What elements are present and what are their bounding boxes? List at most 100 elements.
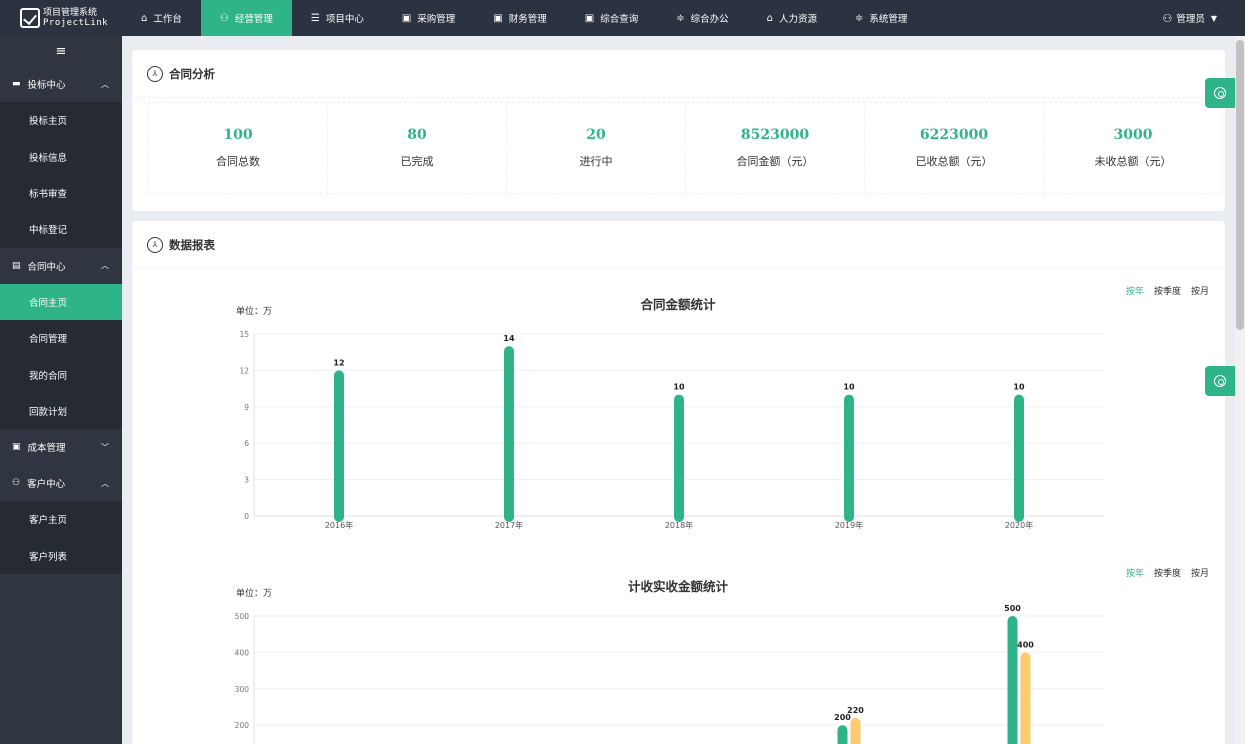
sidebar-group-0[interactable]: ▬ 投标中心 ︿ <box>0 66 122 102</box>
settings-icon <box>1214 87 1226 99</box>
chart-bar[interactable] <box>504 346 514 522</box>
nav-item-label: 采购管理 <box>417 14 456 25</box>
nav-item-1[interactable]: ⚇ 经营管理 <box>200 0 292 36</box>
chart-bar[interactable] <box>1007 616 1018 744</box>
nav-item-5[interactable]: ▣ 综合查询 <box>566 0 657 36</box>
sidebar-group-label: 客户中心 <box>27 479 66 491</box>
nav-item-0[interactable]: ⌂ 工作台 <box>122 0 201 36</box>
period-toggle-2[interactable]: 按月 <box>1191 567 1209 579</box>
bar-data-label: 10 <box>843 383 855 392</box>
y-tick-label: 6 <box>244 439 249 448</box>
nav-item-8[interactable]: ≑ 系统管理 <box>836 0 926 36</box>
y-tick-label: 200 <box>235 721 250 730</box>
chart-title: 合同金额统计 <box>640 297 716 312</box>
bar-data-label: 400 <box>1017 640 1034 649</box>
sidebar-item[interactable]: 客户主页 <box>0 501 122 537</box>
y-tick-label: 3 <box>244 476 249 485</box>
sidebar: ≡ ▬ 投标中心 ︿ 投标主页 投标信息 标书审查 中标登记 ▤ 合同中心 ︿ 合同主页 合同管理 我的… <box>0 36 122 744</box>
chart-bar[interactable] <box>837 725 848 744</box>
period-toggle-2[interactable]: 按月 <box>1191 285 1209 297</box>
sidebar-item[interactable]: 我的合同 <box>0 356 122 392</box>
chevron-up-icon: ︿ <box>101 261 109 271</box>
stat-cell: 100 合同总数 <box>148 102 328 194</box>
stat-cell: 8523000 合同金额（元） <box>686 102 865 194</box>
nav-item-label: 项目中心 <box>325 14 364 25</box>
stat-value: 6223000 <box>919 127 989 143</box>
chart-bar[interactable] <box>1020 652 1031 744</box>
sidebar-group-3[interactable]: ⚇ 客户中心 ︿ <box>0 465 122 501</box>
nav-item-label: 人力资源 <box>779 14 818 25</box>
sidebar-item[interactable]: 投标主页 <box>0 102 122 138</box>
briefcase-icon: ▬ <box>12 79 21 89</box>
user-icon: ⚇ <box>1162 11 1173 25</box>
nav-item-7[interactable]: ⌂ 人力资源 <box>748 0 836 36</box>
period-toggle-0[interactable]: 按年 <box>1126 567 1144 579</box>
y-tick-label: 400 <box>235 648 250 657</box>
nav-item-6[interactable]: ≑ 综合办公 <box>657 0 747 36</box>
stat-value: 100 <box>223 127 253 143</box>
chart-bar[interactable] <box>334 370 344 522</box>
y-tick-label: 9 <box>244 403 249 412</box>
nav-item-label: 财务管理 <box>508 14 547 25</box>
stat-cell: 6223000 已收总额（元） <box>865 102 1044 194</box>
sidebar-group-label: 成本管理 <box>27 443 66 455</box>
sidebar-item[interactable]: 客户列表 <box>0 538 122 574</box>
stat-value: 8523000 <box>740 127 810 143</box>
period-toggle-1[interactable]: 按季度 <box>1154 285 1181 297</box>
y-tick-label: 15 <box>239 330 249 339</box>
scrollbar-thumb[interactable] <box>1236 40 1244 330</box>
app-logo[interactable]: 项目管理系统 ProjectLink <box>0 0 122 36</box>
user-gear-icon: ⚇ <box>12 478 21 489</box>
stat-label: 合同金额（元） <box>736 155 814 168</box>
sidebar-item[interactable]: 标书审查 <box>0 175 122 211</box>
contract-analysis-card: ⅄ 合同分析 100 合同总数 80 已完成 20 进行中 8523000 合同金额（元） 62… <box>132 50 1225 211</box>
bar-data-label: 14 <box>503 334 515 343</box>
user-gear-icon: ⚇ <box>219 12 229 24</box>
menu-toggle-icon[interactable]: ≡ <box>0 36 122 66</box>
chevron-up-icon: ︿ <box>101 79 109 89</box>
user-menu[interactable]: ⚇ 管理员 ▼ <box>1162 0 1245 36</box>
logo-title: 项目管理系统 <box>43 8 98 18</box>
y-tick-label: 12 <box>239 366 249 375</box>
bar-data-label: 12 <box>333 358 344 367</box>
y-tick-label: 300 <box>235 685 250 694</box>
settings-float-button[interactable] <box>1205 78 1235 108</box>
user-name: 管理员 <box>1176 14 1205 25</box>
bar-data-label: 220 <box>847 706 864 715</box>
chart-bar[interactable] <box>844 394 854 522</box>
nav-item-label: 综合办公 <box>690 14 729 25</box>
bar-data-label: 500 <box>1004 604 1021 613</box>
main-nav: ⌂ 工作台 ⚇ 经营管理 ☰ 项目中心 ▣ 采购管理 ▣ 财务管理 ▣ 综合查询 ≑ 综合办公 ⌂ 人力资源 ≑… <box>122 0 926 36</box>
nav-item-label: 经营管理 <box>234 14 273 25</box>
list-icon: ☰ <box>310 12 320 24</box>
sidebar-item[interactable]: 合同管理 <box>0 320 122 356</box>
sidebar-group-2[interactable]: ▣ 成本管理 ﹀ <box>0 429 122 465</box>
chart-bar[interactable] <box>1014 394 1024 522</box>
nav-item-label: 工作台 <box>153 14 182 25</box>
page-scrollbar[interactable] <box>1235 36 1245 744</box>
y-tick-label: 0 <box>244 512 249 521</box>
y-tick-label: 500 <box>235 612 250 621</box>
sidebar-group-1[interactable]: ▤ 合同中心 ︿ <box>0 248 122 284</box>
stat-cell: 3000 未收总额（元） <box>1044 102 1223 194</box>
bar-data-label: 10 <box>1013 383 1025 392</box>
sidebar-item[interactable]: 回款计划 <box>0 393 122 429</box>
stat-label: 未收总额（元） <box>1094 155 1172 168</box>
sidebar-item[interactable]: 合同主页 <box>0 283 122 320</box>
nav-item-3[interactable]: ▣ 采购管理 <box>383 0 474 36</box>
chart-bar[interactable] <box>850 717 861 744</box>
chevron-up-icon: ︿ <box>101 478 109 488</box>
stat-cell: 80 已完成 <box>328 102 507 194</box>
settings-float-button-2[interactable] <box>1205 366 1235 396</box>
sidebar-item[interactable]: 投标信息 <box>0 138 122 174</box>
nav-item-2[interactable]: ☰ 项目中心 <box>292 0 383 36</box>
period-toggle-1[interactable]: 按季度 <box>1154 567 1181 579</box>
stat-cell: 20 进行中 <box>507 102 686 194</box>
caret-down-icon: ▼ <box>1210 13 1217 23</box>
chart-bar[interactable] <box>674 394 684 522</box>
period-toggle-0[interactable]: 按年 <box>1126 285 1144 297</box>
settings-icon <box>1214 375 1226 387</box>
nav-item-4[interactable]: ▣ 财务管理 <box>474 0 565 36</box>
sidebar-item[interactable]: 中标登记 <box>0 211 122 247</box>
sliders-icon: ≑ <box>855 12 864 24</box>
